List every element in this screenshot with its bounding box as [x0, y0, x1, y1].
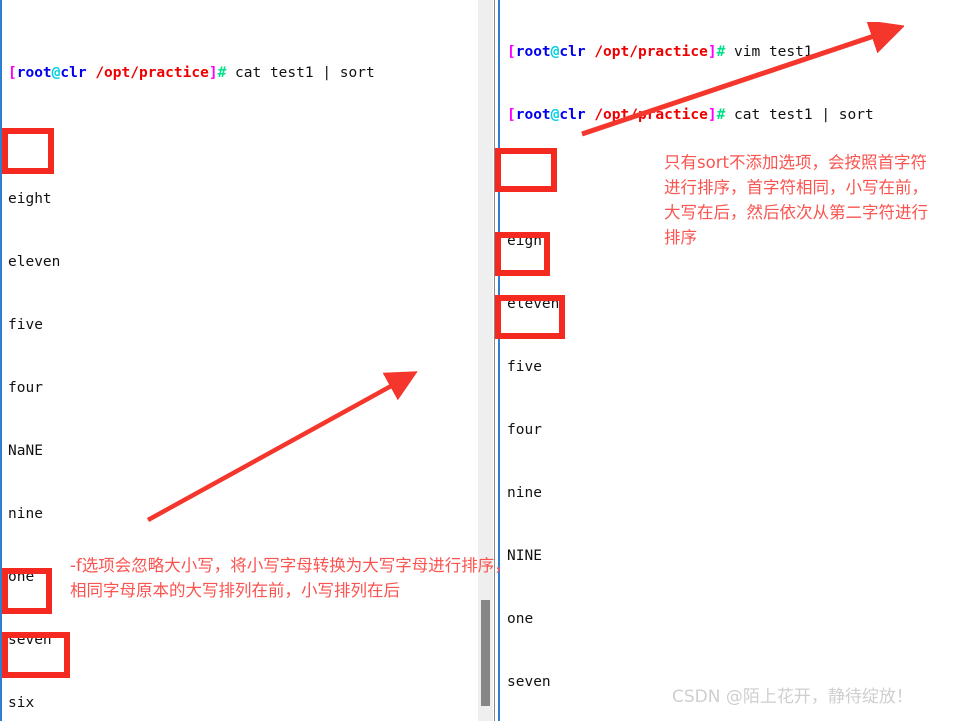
prompt-hash: #	[217, 65, 227, 81]
left-sort-out-7: seven	[8, 632, 52, 648]
right-prompt-line-2: [root@clr /opt/practice]# cat test1 | so…	[507, 105, 969, 126]
left-command-1: cat test1 | sort	[235, 65, 375, 81]
right-panel-gutter-bar	[494, 0, 495, 721]
csdn-watermark: CSDN @陌上花开，静待绽放！	[672, 687, 913, 707]
right-command-1: vim test1	[734, 44, 813, 60]
prompt-user: root	[515, 107, 551, 123]
prompt-user: root	[515, 44, 551, 60]
prompt-open-bracket: [	[507, 107, 516, 123]
annotation-left-sortf-explanation: -f选项会忽略大小写，将小写字母转换为大写字母进行排序， 相同字母原本的大写排列…	[70, 556, 511, 600]
right-sort-out-4: nine	[507, 485, 542, 501]
prompt-hash: #	[716, 107, 726, 123]
right-terminal-text: [root@clr /opt/practice]# vim test1 [roo…	[507, 0, 969, 721]
left-sort-out-4: NaNE	[8, 443, 43, 459]
left-sort-out-3: four	[8, 380, 43, 396]
left-sort-out-0: eight	[8, 191, 52, 207]
left-sort-out-1: eleven	[8, 254, 61, 270]
prompt-host: clr	[559, 44, 586, 60]
prompt-path: /opt/practice	[594, 44, 708, 60]
right-panel-edge-bar	[498, 0, 500, 721]
prompt-hash: #	[716, 44, 726, 60]
left-sort-out-2: five	[8, 317, 43, 333]
left-prompt-line-1: [root@clr /opt/practice]# cat test1 | so…	[8, 63, 478, 84]
left-terminal-text: [root@clr /opt/practice]# cat test1 | so…	[8, 0, 478, 721]
vertical-scrollbar-thumb[interactable]	[481, 600, 490, 706]
prompt-path: /opt/practice	[594, 107, 708, 123]
right-command-2: cat test1 | sort	[734, 107, 874, 123]
prompt-open-bracket: [	[8, 65, 17, 81]
prompt-path: /opt/practice	[95, 65, 209, 81]
prompt-host: clr	[559, 107, 586, 123]
left-panel-edge-bar	[0, 0, 2, 721]
left-terminal-panel[interactable]: [root@clr /opt/practice]# cat test1 | so…	[0, 0, 478, 721]
prompt-close-bracket: ]	[707, 107, 717, 123]
prompt-host: clr	[60, 65, 87, 81]
right-sort-out-3: four	[507, 422, 542, 438]
right-sort-out-1: eleven	[507, 296, 560, 312]
annotation-right-sort-explanation: 只有sort不添加选项，会按照首字符 进行排序，首字符相同，小写在前， 大写在后…	[664, 153, 928, 247]
screenshot-root: [root@clr /opt/practice]# cat test1 | so…	[0, 0, 969, 721]
left-sort-out-8: six	[8, 695, 35, 711]
prompt-close-bracket: ]	[707, 44, 717, 60]
right-sort-out-5: NINE	[507, 548, 542, 564]
right-terminal-panel[interactable]: [root@clr /opt/practice]# vim test1 [roo…	[493, 0, 969, 721]
prompt-open-bracket: [	[507, 44, 516, 60]
right-prompt-line-1: [root@clr /opt/practice]# vim test1	[507, 42, 969, 63]
prompt-close-bracket: ]	[208, 65, 218, 81]
right-sort-out-6: one	[507, 611, 534, 627]
left-sort-out-5: nine	[8, 506, 43, 522]
right-sort-out-2: five	[507, 359, 542, 375]
prompt-user: root	[16, 65, 52, 81]
